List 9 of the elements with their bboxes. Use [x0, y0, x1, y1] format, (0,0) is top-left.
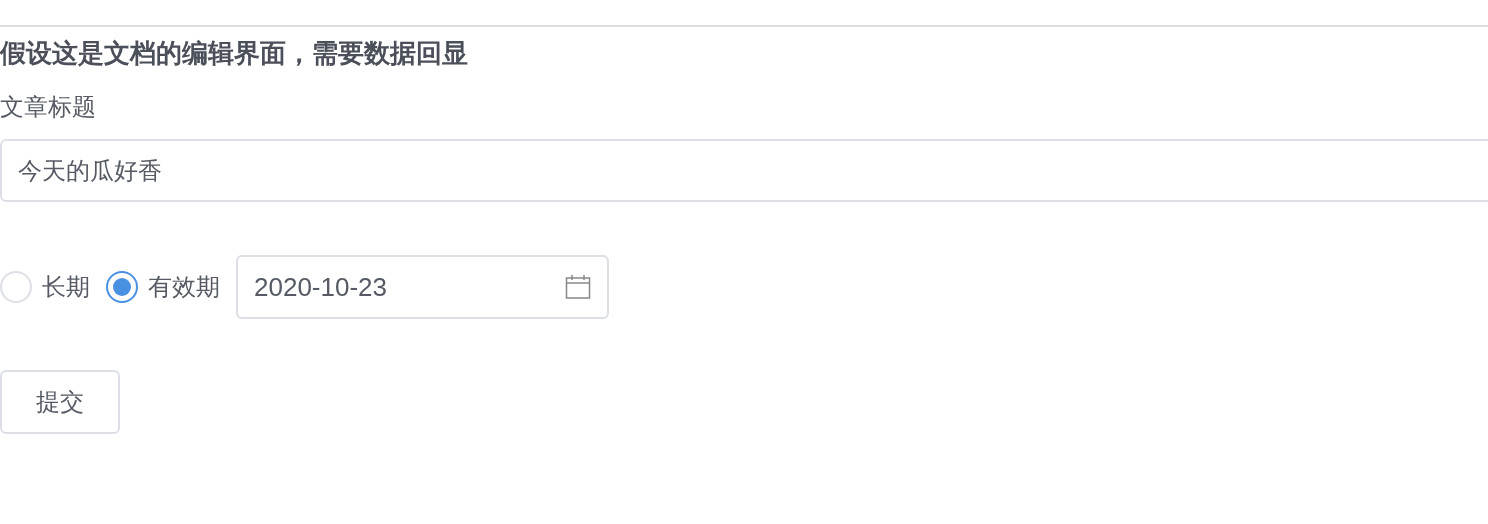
calendar-icon — [565, 274, 591, 300]
submit-button[interactable]: 提交 — [0, 370, 120, 434]
title-input-field[interactable]: 今天的瓜好香 — [0, 139, 1488, 202]
radio-button[interactable] — [106, 271, 138, 303]
date-picker-field[interactable]: 2020-10-23 — [236, 255, 609, 319]
field-label: 文章标题 — [0, 92, 97, 122]
radio-label[interactable]: 有效期 — [148, 269, 220, 305]
radio-label[interactable]: 长期 — [42, 269, 90, 305]
page-heading: 假设这是文档的编辑界面，需要数据回显 — [0, 37, 469, 70]
